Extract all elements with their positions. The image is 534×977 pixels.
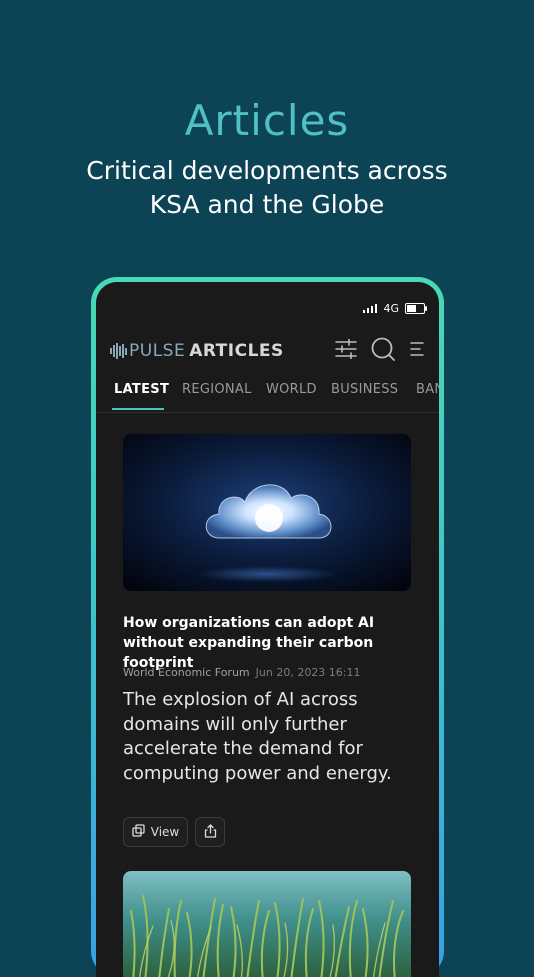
menu-icon[interactable] xyxy=(409,341,425,361)
article-source: World Economic Forum xyxy=(123,666,250,679)
article-date: Jun 20, 2023 16:11 xyxy=(255,666,361,679)
battery-level xyxy=(407,305,416,312)
battery-icon xyxy=(405,303,427,314)
hero-title: Articles xyxy=(184,96,350,145)
phone-screen: 4G PULSE ARTICLES LATEST REGIONAL WORLD … xyxy=(96,282,439,977)
status-bar: 4G xyxy=(363,302,427,315)
share-icon xyxy=(204,823,217,841)
hero-subtitle: Critical developments across KSA and the… xyxy=(86,156,448,219)
app-bar: PULSE ARTICLES xyxy=(110,337,425,365)
logo-pulse-text: PULSE xyxy=(129,341,186,361)
logo-articles-text: ARTICLES xyxy=(189,341,284,361)
tab-regional[interactable]: REGIONAL xyxy=(182,382,252,397)
article-title[interactable]: How organizations can adopt AI without e… xyxy=(123,613,418,673)
tab-business[interactable]: BUSINESS xyxy=(331,382,398,397)
phone-frame: 4G PULSE ARTICLES LATEST REGIONAL WORLD … xyxy=(91,277,444,977)
active-tab-indicator xyxy=(112,408,164,410)
search-icon[interactable] xyxy=(371,337,395,365)
network-label: 4G xyxy=(383,302,399,315)
logo-wave-icon xyxy=(110,343,127,359)
view-button-label: View xyxy=(150,825,180,839)
article-image[interactable] xyxy=(123,434,411,591)
category-tabs: LATEST REGIONAL WORLD BUSINESS BAN xyxy=(96,372,439,413)
filter-icon[interactable] xyxy=(335,338,357,363)
tab-latest[interactable]: LATEST xyxy=(114,382,169,397)
article-meta: World Economic Forum Jun 20, 2023 16:11 xyxy=(123,666,361,679)
share-button[interactable] xyxy=(195,817,225,847)
signal-icon xyxy=(363,304,378,313)
article-actions: View xyxy=(123,817,225,847)
tab-banking[interactable]: BAN xyxy=(416,382,439,397)
view-button[interactable]: View xyxy=(123,817,188,847)
external-link-icon xyxy=(132,824,145,840)
article-summary: The explosion of AI across domains will … xyxy=(123,689,392,784)
next-article-image[interactable] xyxy=(123,871,411,977)
app-logo[interactable]: PULSE ARTICLES xyxy=(110,338,284,364)
tab-world[interactable]: WORLD xyxy=(266,382,317,397)
